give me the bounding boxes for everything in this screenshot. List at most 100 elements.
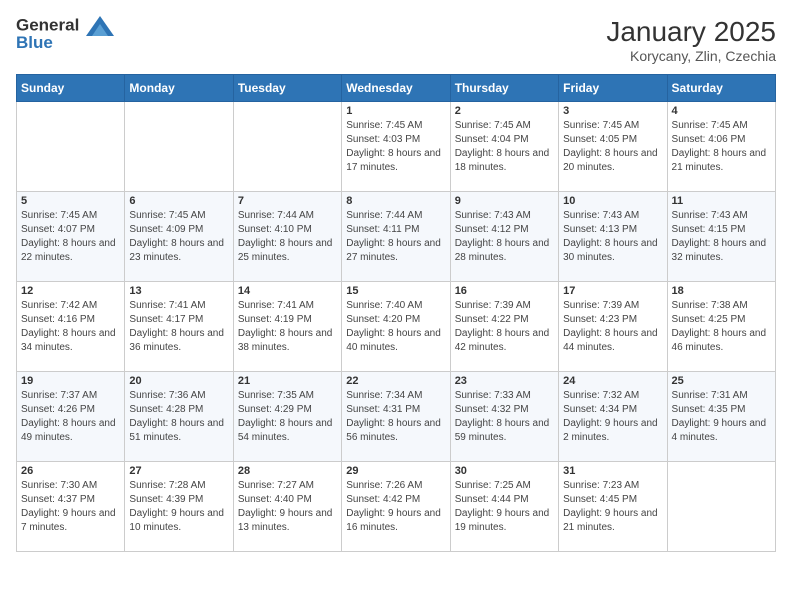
day-number: 13 (129, 285, 228, 297)
calendar-cell (125, 102, 233, 192)
day-info: Sunrise: 7:41 AM Sunset: 4:19 PM Dayligh… (238, 299, 337, 355)
calendar-cell: 8Sunrise: 7:44 AM Sunset: 4:11 PM Daylig… (342, 192, 450, 282)
calendar-cell: 6 Sunrise: 7:45 AM Sunset: 4:09 PM Daylig… (125, 192, 233, 282)
day-number: 12 (21, 285, 120, 297)
day-info: Sunrise: 7:35 AM Sunset: 4:29 PM Dayligh… (238, 389, 337, 445)
calendar-cell: 9 Sunrise: 7:43 AM Sunset: 4:12 PM Daylig… (450, 192, 558, 282)
calendar-cell: 11 Sunrise: 7:43 AM Sunset: 4:15 PM Dayli… (667, 192, 775, 282)
day-number: 1 (346, 105, 445, 117)
day-info: Sunrise: 7:36 AM Sunset: 4:28 PM Dayligh… (129, 389, 228, 445)
day-number: 25 (672, 375, 771, 387)
weekday-header-friday: Friday (559, 75, 667, 102)
day-info: Sunrise: 7:45 AM Sunset: 4:06 PM Dayligh… (672, 119, 771, 175)
day-info: Sunrise: 7:31 AM Sunset: 4:35 PM Dayligh… (672, 389, 771, 445)
calendar-week-row: 5Sunrise: 7:45 AM Sunset: 4:07 PM Daylig… (17, 192, 776, 282)
day-number: 10 (563, 195, 662, 207)
day-info: Sunrise: 7:44 AM Sunset: 4:10 PM Dayligh… (238, 209, 337, 265)
day-number: 5 (21, 195, 120, 207)
day-info: Sunrise: 7:34 AM Sunset: 4:31 PM Dayligh… (346, 389, 445, 445)
day-number: 6 (129, 195, 228, 207)
calendar-cell: 10Sunrise: 7:43 AM Sunset: 4:13 PM Dayli… (559, 192, 667, 282)
day-info: Sunrise: 7:28 AM Sunset: 4:39 PM Dayligh… (129, 479, 228, 535)
calendar-week-row: 12Sunrise: 7:42 AM Sunset: 4:16 PM Dayli… (17, 282, 776, 372)
calendar-cell: 5Sunrise: 7:45 AM Sunset: 4:07 PM Daylig… (17, 192, 125, 282)
day-number: 11 (672, 195, 771, 207)
calendar-cell: 28 Sunrise: 7:27 AM Sunset: 4:40 PM Dayli… (233, 462, 341, 552)
calendar-cell: 18Sunrise: 7:38 AM Sunset: 4:25 PM Dayli… (667, 282, 775, 372)
weekday-header-saturday: Saturday (667, 75, 775, 102)
day-number: 14 (238, 285, 337, 297)
day-number: 2 (455, 105, 554, 117)
calendar-subtitle: Korycany, Zlin, Czechia (606, 48, 776, 64)
calendar-cell: 24 Sunrise: 7:32 AM Sunset: 4:34 PM Dayli… (559, 372, 667, 462)
calendar-title: January 2025 (606, 16, 776, 48)
calendar-cell (17, 102, 125, 192)
day-info: Sunrise: 7:30 AM Sunset: 4:37 PM Dayligh… (21, 479, 120, 535)
calendar-week-row: 19Sunrise: 7:37 AM Sunset: 4:26 PM Dayli… (17, 372, 776, 462)
day-info: Sunrise: 7:33 AM Sunset: 4:32 PM Dayligh… (455, 389, 554, 445)
day-number: 27 (129, 465, 228, 477)
day-info: Sunrise: 7:40 AM Sunset: 4:20 PM Dayligh… (346, 299, 445, 355)
day-number: 30 (455, 465, 554, 477)
day-info: Sunrise: 7:39 AM Sunset: 4:22 PM Dayligh… (455, 299, 554, 355)
calendar-cell: 25 Sunrise: 7:31 AM Sunset: 4:35 PM Dayli… (667, 372, 775, 462)
day-number: 28 (238, 465, 337, 477)
calendar-cell: 1Sunrise: 7:45 AM Sunset: 4:03 PM Daylig… (342, 102, 450, 192)
day-info: Sunrise: 7:45 AM Sunset: 4:04 PM Dayligh… (455, 119, 554, 175)
calendar-cell: 22 Sunrise: 7:34 AM Sunset: 4:31 PM Dayli… (342, 372, 450, 462)
day-info: Sunrise: 7:44 AM Sunset: 4:11 PM Dayligh… (346, 209, 445, 265)
day-number: 15 (346, 285, 445, 297)
day-info: Sunrise: 7:38 AM Sunset: 4:25 PM Dayligh… (672, 299, 771, 355)
calendar-cell: 19Sunrise: 7:37 AM Sunset: 4:26 PM Dayli… (17, 372, 125, 462)
calendar-cell: 30 Sunrise: 7:25 AM Sunset: 4:44 PM Dayli… (450, 462, 558, 552)
calendar-week-row: 1Sunrise: 7:45 AM Sunset: 4:03 PM Daylig… (17, 102, 776, 192)
calendar-cell: 20 Sunrise: 7:36 AM Sunset: 4:28 PM Dayli… (125, 372, 233, 462)
calendar-cell: 12Sunrise: 7:42 AM Sunset: 4:16 PM Dayli… (17, 282, 125, 372)
calendar-cell (667, 462, 775, 552)
calendar-cell: 26Sunrise: 7:30 AM Sunset: 4:37 PM Dayli… (17, 462, 125, 552)
logo-blue: Blue (16, 34, 114, 53)
calendar-table: SundayMondayTuesdayWednesdayThursdayFrid… (16, 74, 776, 552)
weekday-header-wednesday: Wednesday (342, 75, 450, 102)
day-info: Sunrise: 7:25 AM Sunset: 4:44 PM Dayligh… (455, 479, 554, 535)
calendar-cell: 7 Sunrise: 7:44 AM Sunset: 4:10 PM Daylig… (233, 192, 341, 282)
day-number: 4 (672, 105, 771, 117)
day-info: Sunrise: 7:39 AM Sunset: 4:23 PM Dayligh… (563, 299, 662, 355)
day-info: Sunrise: 7:23 AM Sunset: 4:45 PM Dayligh… (563, 479, 662, 535)
calendar-cell (233, 102, 341, 192)
day-number: 7 (238, 195, 337, 207)
calendar-week-row: 26Sunrise: 7:30 AM Sunset: 4:37 PM Dayli… (17, 462, 776, 552)
calendar-cell: 27 Sunrise: 7:28 AM Sunset: 4:39 PM Dayli… (125, 462, 233, 552)
logo: General Blue (16, 16, 114, 53)
day-info: Sunrise: 7:27 AM Sunset: 4:40 PM Dayligh… (238, 479, 337, 535)
day-info: Sunrise: 7:43 AM Sunset: 4:15 PM Dayligh… (672, 209, 771, 265)
calendar-cell: 23Sunrise: 7:33 AM Sunset: 4:32 PM Dayli… (450, 372, 558, 462)
day-number: 31 (563, 465, 662, 477)
day-info: Sunrise: 7:32 AM Sunset: 4:34 PM Dayligh… (563, 389, 662, 445)
day-info: Sunrise: 7:37 AM Sunset: 4:26 PM Dayligh… (21, 389, 120, 445)
day-number: 9 (455, 195, 554, 207)
weekday-header-monday: Monday (125, 75, 233, 102)
calendar-cell: 2 Sunrise: 7:45 AM Sunset: 4:04 PM Daylig… (450, 102, 558, 192)
calendar-cell: 3Sunrise: 7:45 AM Sunset: 4:05 PM Daylig… (559, 102, 667, 192)
day-info: Sunrise: 7:26 AM Sunset: 4:42 PM Dayligh… (346, 479, 445, 535)
day-number: 29 (346, 465, 445, 477)
calendar-cell: 15 Sunrise: 7:40 AM Sunset: 4:20 PM Dayli… (342, 282, 450, 372)
day-number: 17 (563, 285, 662, 297)
day-info: Sunrise: 7:45 AM Sunset: 4:09 PM Dayligh… (129, 209, 228, 265)
day-number: 16 (455, 285, 554, 297)
calendar-cell: 17 Sunrise: 7:39 AM Sunset: 4:23 PM Dayli… (559, 282, 667, 372)
weekday-header-tuesday: Tuesday (233, 75, 341, 102)
day-info: Sunrise: 7:41 AM Sunset: 4:17 PM Dayligh… (129, 299, 228, 355)
weekday-header-thursday: Thursday (450, 75, 558, 102)
calendar-cell: 16 Sunrise: 7:39 AM Sunset: 4:22 PM Dayli… (450, 282, 558, 372)
calendar-cell: 29 Sunrise: 7:26 AM Sunset: 4:42 PM Dayli… (342, 462, 450, 552)
day-info: Sunrise: 7:43 AM Sunset: 4:12 PM Dayligh… (455, 209, 554, 265)
title-area: January 2025 Korycany, Zlin, Czechia (606, 16, 776, 64)
calendar-cell: 13 Sunrise: 7:41 AM Sunset: 4:17 PM Dayli… (125, 282, 233, 372)
day-number: 24 (563, 375, 662, 387)
calendar-cell: 21Sunrise: 7:35 AM Sunset: 4:29 PM Dayli… (233, 372, 341, 462)
day-info: Sunrise: 7:45 AM Sunset: 4:05 PM Dayligh… (563, 119, 662, 175)
day-number: 22 (346, 375, 445, 387)
day-number: 20 (129, 375, 228, 387)
